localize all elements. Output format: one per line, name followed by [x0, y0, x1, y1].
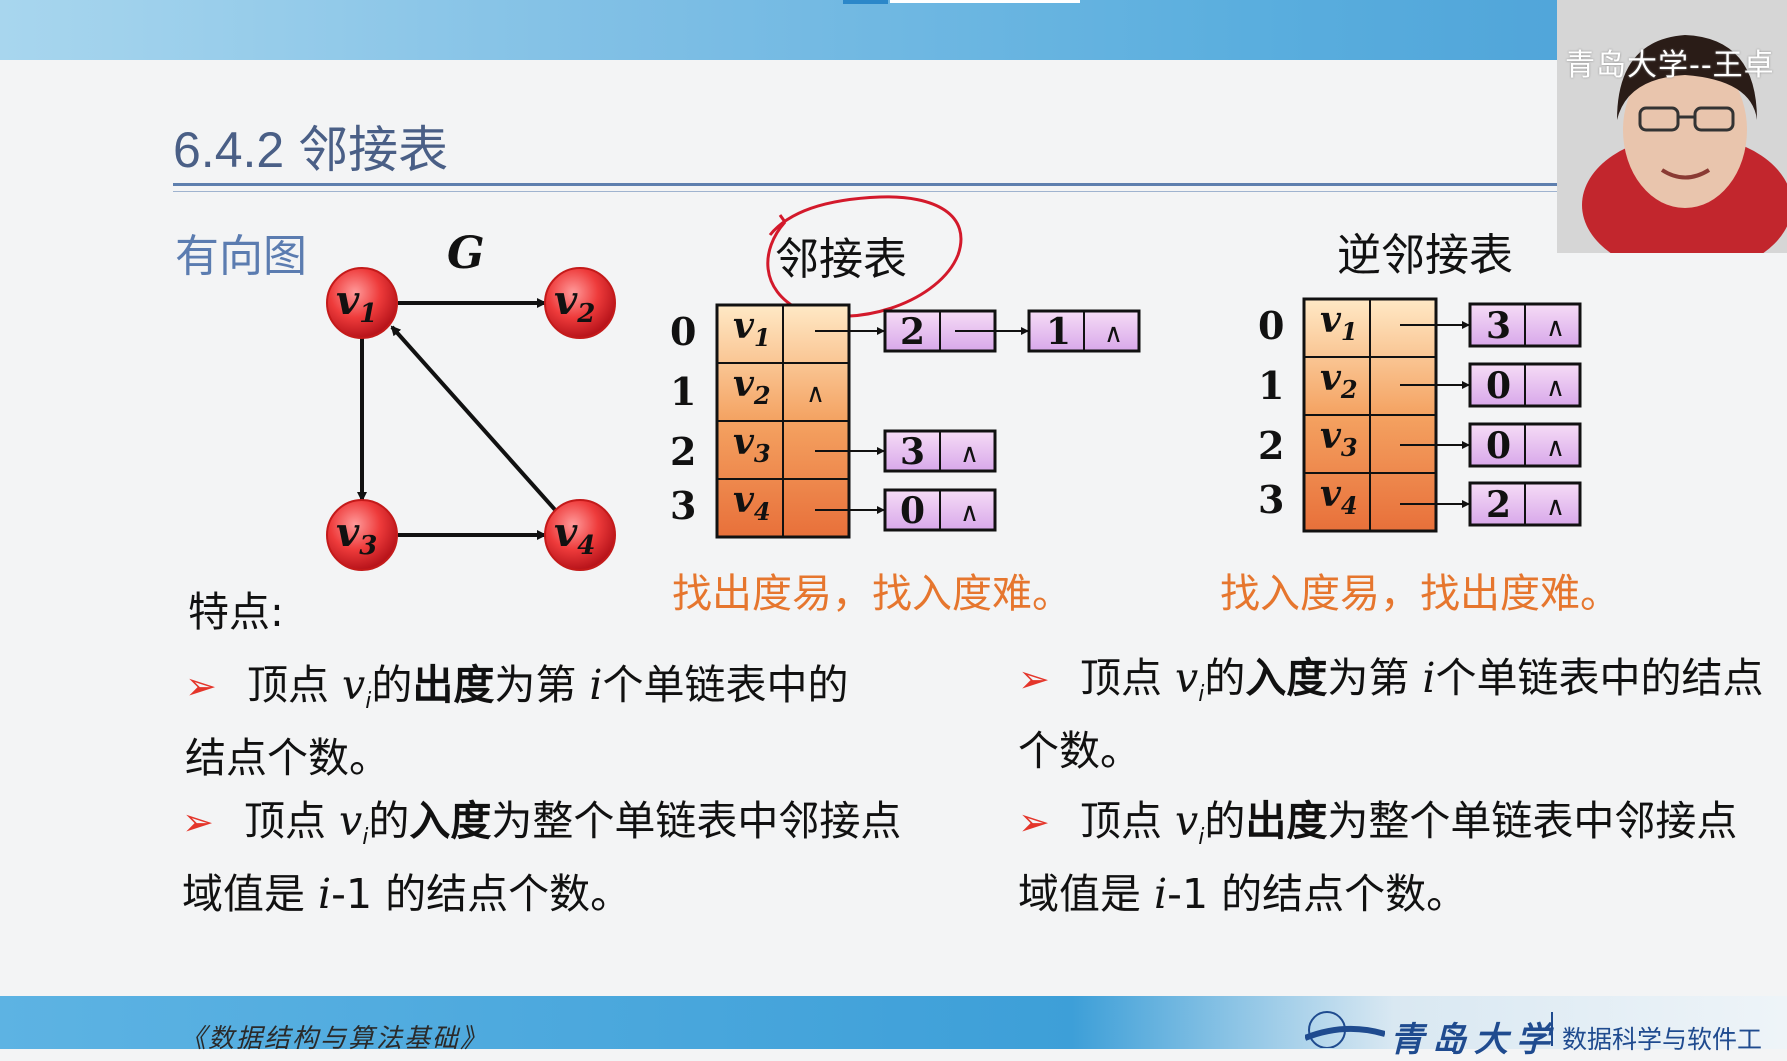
feature-right-1: ➢ 顶点 vi的入度为第 i个单链表中的结点个数。 — [1018, 650, 1778, 780]
inv-index-3: 3 — [1258, 477, 1284, 522]
feature-left-2: ➢ 顶点 vi的入度为整个单链表中邻接点域值是 i-1 的结点个数。 — [182, 793, 942, 923]
university-logo-icon — [1305, 1011, 1385, 1048]
inverse-adjacency-list: 0 1 2 3 v1 v2 v3 v4 3 ∧ 0 ∧ 0 ∧ 2 ∧ — [1258, 297, 1582, 533]
bullet-arrow-icon: ➢ — [1018, 800, 1050, 844]
inv-node-0-0: 3 — [1486, 305, 1511, 347]
inv-null-1: ∧ — [1546, 373, 1565, 403]
inverse-adjacency-list-title: 逆邻接表 — [1337, 230, 1513, 281]
inv-node-2-0: 0 — [1486, 425, 1511, 467]
inv-null-3: ∧ — [1546, 492, 1565, 522]
adj-index-2: 2 — [670, 429, 696, 474]
bullet-arrow-icon: ➢ — [182, 800, 214, 844]
feature-right-2: ➢ 顶点 vi的出度为整个单链表中邻接点域值是 i-1 的结点个数。 — [1018, 793, 1778, 923]
adj-null-row1: ∧ — [806, 379, 825, 409]
inv-index-0: 0 — [1258, 303, 1284, 348]
adjacency-list-note: 找出度易，找入度难。 — [672, 571, 1072, 617]
inv-null-2: ∧ — [1546, 433, 1565, 463]
inv-null-0: ∧ — [1546, 313, 1565, 343]
graph-name: G — [447, 228, 485, 279]
adj-node-0-1: 1 — [1046, 311, 1071, 353]
inv-index-2: 2 — [1258, 423, 1284, 468]
vertex-v2: v2 — [544, 267, 616, 339]
adjacency-list-title: 邻接表 — [775, 234, 907, 285]
adj-index-1: 1 — [670, 369, 696, 414]
course-name: 《数据结构与算法基础》 — [180, 1024, 489, 1054]
inv-index-1: 1 — [1258, 363, 1284, 408]
footer-separator — [1551, 1012, 1553, 1046]
bullet-arrow-icon: ➢ — [1018, 657, 1050, 701]
features-label: 特点: — [188, 588, 284, 636]
school-name: 数据科学与软件工 — [1562, 1025, 1763, 1054]
adj-null-0: ∧ — [1104, 319, 1123, 349]
vertex-v1: v1 — [326, 267, 398, 339]
inv-node-1-0: 0 — [1486, 365, 1511, 407]
inv-node-3-0: 2 — [1486, 484, 1511, 526]
feature-left-1: ➢ 顶点 vi的出度为第 i个单链表中的结点个数。 — [185, 657, 865, 787]
adjacency-list: 0 1 2 3 v1 v2 v3 v4 ∧ 2 1 ∧ 3 ∧ 0 ∧ — [670, 303, 1141, 539]
adj-node-0-0: 2 — [900, 311, 925, 353]
vertex-v3: v3 — [326, 499, 398, 571]
university-name: 青岛大学 — [1390, 1020, 1558, 1060]
adj-null-3: ∧ — [960, 498, 979, 528]
inverse-adjacency-list-note: 找入度易，找出度难。 — [1220, 571, 1620, 617]
bullet-arrow-icon: ➢ — [185, 664, 217, 708]
adj-index-0: 0 — [670, 309, 696, 354]
adj-node-2-0: 3 — [900, 431, 925, 473]
adj-index-3: 3 — [670, 483, 696, 528]
adj-null-2: ∧ — [960, 439, 979, 469]
edge-v4-v1 — [390, 325, 559, 514]
adj-node-3-0: 0 — [900, 490, 925, 532]
vertex-v4: v4 — [544, 499, 616, 571]
